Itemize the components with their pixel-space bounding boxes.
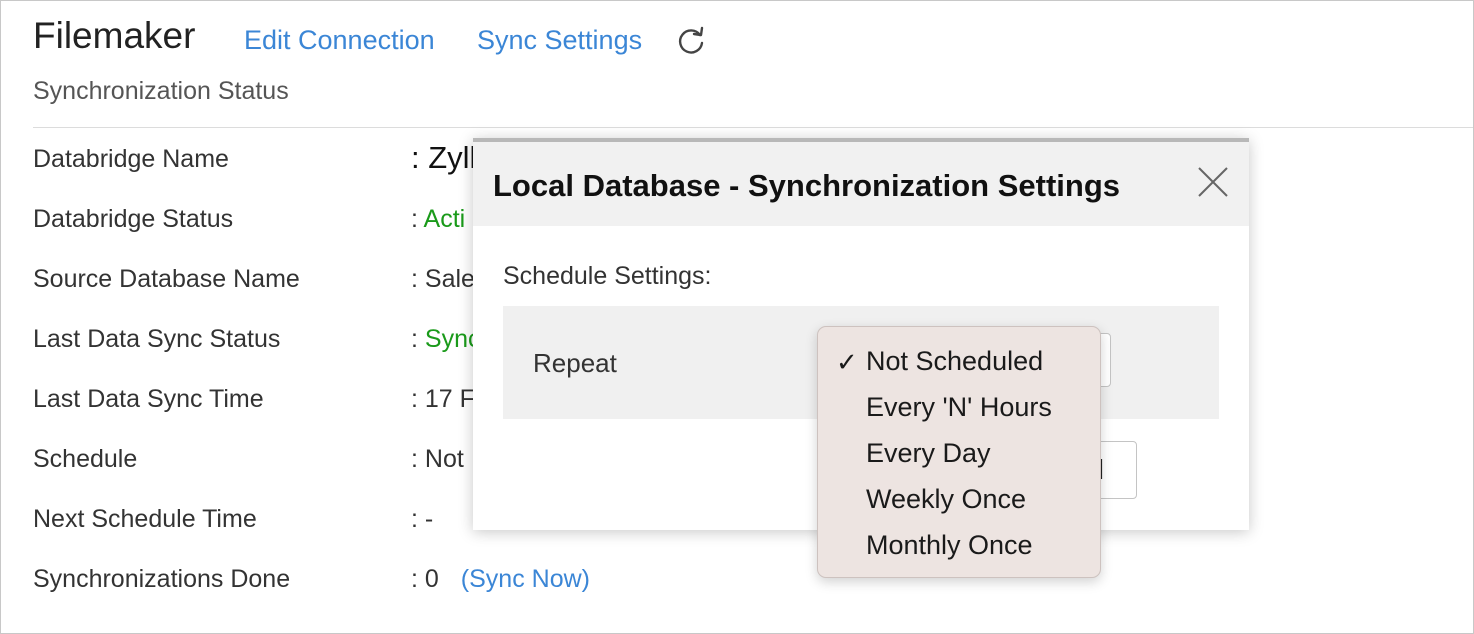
option-not-scheduled[interactable]: Not Scheduled	[866, 346, 1043, 377]
option-every-n-hours[interactable]: Every 'N' Hours	[866, 392, 1052, 423]
repeat-label: Repeat	[533, 348, 617, 378]
refresh-icon[interactable]	[675, 25, 707, 57]
detail-label: Synchronizations Done	[33, 565, 291, 593]
sync-now-link[interactable]: (Sync Now)	[461, 565, 590, 593]
detail-value: : Sale	[411, 265, 475, 293]
syncs-count: : 0	[411, 565, 439, 593]
section-subtitle: Synchronization Status	[33, 77, 289, 105]
option-every-day[interactable]: Every Day	[866, 438, 991, 469]
detail-label: Databridge Name	[33, 145, 229, 173]
value-colon: :	[411, 325, 425, 353]
main-window: Filemaker Edit Connection Sync Settings …	[0, 0, 1474, 634]
status-value: Acti	[423, 205, 466, 233]
repeat-dropdown-menu[interactable]: ✓ Not Scheduled Every 'N' Hours Every Da…	[817, 326, 1101, 578]
detail-value: : Sync	[411, 325, 481, 354]
detail-value: : Acti	[411, 205, 465, 234]
detail-label: Databridge Status	[33, 205, 234, 233]
detail-value: : Zyll	[411, 140, 477, 175]
value-colon: :	[411, 205, 424, 233]
page-title: Filemaker	[33, 15, 196, 56]
sync-settings-link[interactable]: Sync Settings	[477, 25, 642, 56]
edit-connection-link[interactable]: Edit Connection	[244, 25, 435, 56]
dialog-title: Local Database - Synchronization Setting…	[493, 168, 1121, 203]
option-weekly-once[interactable]: Weekly Once	[866, 484, 1026, 515]
detail-label: Last Data Sync Status	[33, 325, 281, 353]
detail-value: : 17 F	[411, 385, 475, 413]
schedule-settings-label: Schedule Settings:	[503, 262, 712, 290]
dialog-header: Local Database - Synchronization Setting…	[473, 142, 1249, 226]
detail-value: : Not	[411, 445, 464, 473]
header-divider	[33, 127, 1473, 128]
checkmark-icon: ✓	[836, 347, 858, 377]
detail-label: Next Schedule Time	[33, 505, 257, 533]
detail-value: : -	[411, 505, 434, 533]
detail-label: Last Data Sync Time	[33, 385, 264, 413]
detail-label: Source Database Name	[33, 265, 300, 293]
detail-label: Schedule	[33, 445, 138, 473]
close-icon[interactable]	[1195, 164, 1231, 200]
option-monthly-once[interactable]: Monthly Once	[866, 530, 1033, 561]
detail-value: : 0 (Sync Now)	[411, 565, 590, 594]
